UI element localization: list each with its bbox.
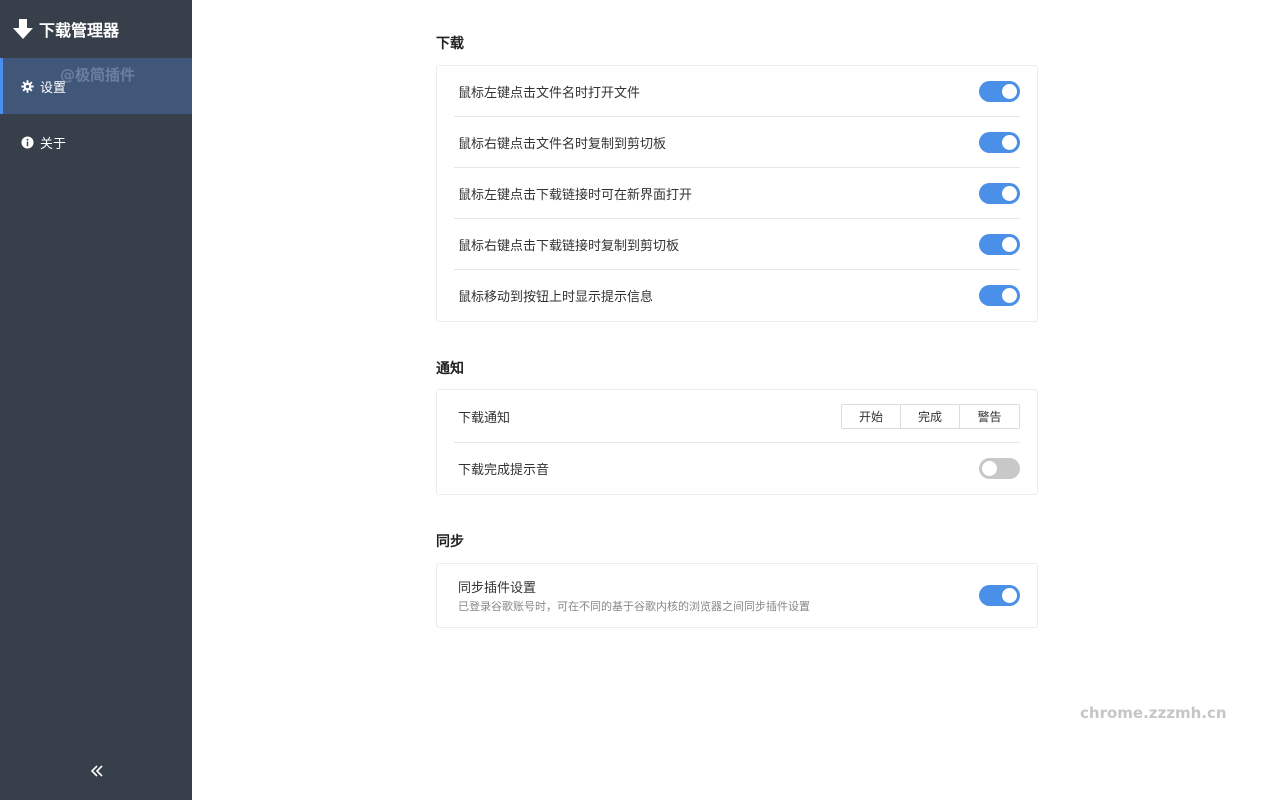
- setting-description: 已登录谷歌账号时，可在不同的基于谷歌内核的浏览器之间同步插件设置: [458, 600, 810, 613]
- info-icon: [20, 135, 34, 149]
- setting-row: 鼠标左键点击下载链接时可在新界面打开: [454, 168, 1020, 219]
- sidebar-item-about[interactable]: 关于: [0, 114, 192, 170]
- setting-row: 同步插件设置 已登录谷歌账号时，可在不同的基于谷歌内核的浏览器之间同步插件设置: [454, 564, 1020, 627]
- notify-start-button[interactable]: 开始: [842, 404, 901, 428]
- toggle-switch[interactable]: [979, 458, 1020, 479]
- setting-label: 鼠标右键点击下载链接时复制到剪切板: [458, 238, 680, 254]
- app-header: 下载管理器: [0, 0, 192, 58]
- sidebar-item-settings[interactable]: 设置: [0, 58, 192, 114]
- setting-row: 下载完成提示音: [454, 443, 1020, 494]
- notify-complete-button[interactable]: 完成: [901, 404, 960, 428]
- setting-row: 鼠标右键点击下载链接时复制到剪切板: [454, 219, 1020, 270]
- sidebar: 下载管理器 设置 关于 @极简插件: [0, 0, 192, 800]
- double-chevron-left-icon: [89, 763, 105, 783]
- setting-label: 同步插件设置: [458, 581, 537, 596]
- setting-label: 下载通知: [458, 410, 511, 426]
- setting-row: 鼠标左键点击文件名时打开文件: [454, 66, 1020, 117]
- download-settings-card: 鼠标左键点击文件名时打开文件 鼠标右键点击文件名时复制到剪切板 鼠标左键点击下载…: [436, 65, 1038, 322]
- collapse-sidebar-button[interactable]: [86, 762, 108, 784]
- toggle-switch[interactable]: [979, 80, 1020, 102]
- sync-settings-card: 同步插件设置 已登录谷歌账号时，可在不同的基于谷歌内核的浏览器之间同步插件设置: [436, 563, 1038, 628]
- setting-label: 鼠标左键点击下载链接时可在新界面打开: [458, 187, 693, 203]
- download-arrow-icon: [12, 18, 34, 40]
- section-title-notify: 通知: [436, 361, 464, 377]
- setting-row: 鼠标移动到按钮上时显示提示信息: [454, 270, 1020, 321]
- notify-settings-card: 下载通知 开始 完成 警告 下载完成提示音: [436, 389, 1038, 495]
- toggle-switch[interactable]: [979, 131, 1020, 153]
- setting-label: 鼠标移动到按钮上时显示提示信息: [458, 290, 654, 305]
- setting-row: 鼠标右键点击文件名时复制到剪切板: [454, 117, 1020, 168]
- setting-label: 下载完成提示音: [458, 463, 550, 478]
- site-watermark: chrome.zzzmh.cn: [1080, 704, 1227, 722]
- gear-icon: [20, 79, 34, 93]
- notify-type-segmented: 开始 完成 警告: [841, 403, 1020, 429]
- sidebar-item-label: 设置: [40, 80, 67, 96]
- toggle-switch[interactable]: [979, 585, 1020, 606]
- notify-warning-button[interactable]: 警告: [960, 404, 1019, 428]
- toggle-switch[interactable]: [979, 233, 1020, 255]
- section-title-download: 下载: [436, 36, 464, 52]
- section-title-sync: 同步: [436, 534, 464, 550]
- sidebar-item-label: 关于: [40, 136, 67, 152]
- sync-text: 同步插件设置 已登录谷歌账号时，可在不同的基于谷歌内核的浏览器之间同步插件设置: [458, 577, 810, 614]
- setting-label: 鼠标左键点击文件名时打开文件: [458, 85, 641, 101]
- setting-row: 下载通知 开始 完成 警告: [454, 390, 1020, 443]
- app-title: 下载管理器: [39, 21, 120, 40]
- toggle-switch[interactable]: [979, 182, 1020, 204]
- toggle-switch[interactable]: [979, 285, 1020, 306]
- setting-label: 鼠标右键点击文件名时复制到剪切板: [458, 136, 667, 152]
